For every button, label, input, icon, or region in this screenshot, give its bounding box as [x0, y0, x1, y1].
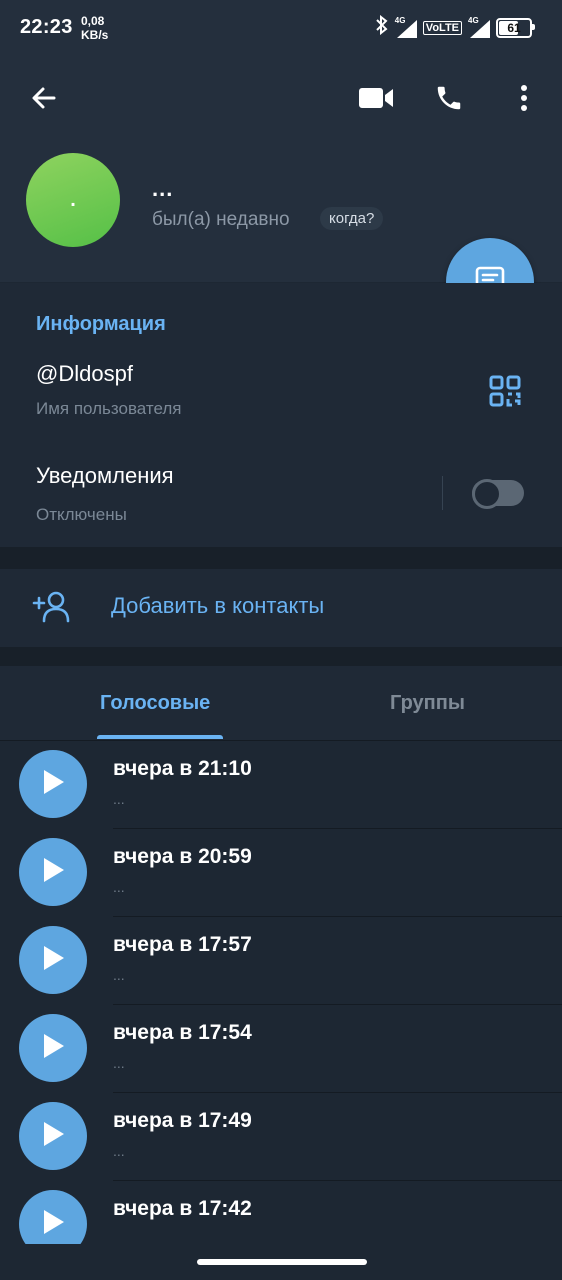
- home-gesture-bar[interactable]: [197, 1259, 367, 1265]
- voice-message-date: вчера в 20:59: [113, 845, 252, 868]
- play-icon: [40, 944, 66, 977]
- status-bar: 22:23 0,08 KB/s 4G VoLTE 4G 61: [0, 0, 562, 58]
- add-to-contacts-button[interactable]: Добавить в контакты: [0, 569, 562, 647]
- info-section-title: Информация: [36, 313, 166, 335]
- back-button[interactable]: [22, 78, 66, 122]
- voice-message-date: вчера в 17:42: [113, 1197, 252, 1220]
- voice-message-caption: ...: [113, 967, 125, 983]
- section-divider: [0, 547, 562, 569]
- qr-code-button[interactable]: [488, 374, 522, 408]
- play-button[interactable]: [19, 1014, 87, 1082]
- video-call-icon: [358, 86, 394, 115]
- play-button[interactable]: [19, 1190, 87, 1244]
- when-chip[interactable]: когда?: [320, 207, 384, 230]
- play-button[interactable]: [19, 750, 87, 818]
- add-user-icon: [32, 587, 72, 627]
- voice-messages-list: вчера в 21:10 ... вчера в 20:59 ... вчер…: [0, 741, 562, 1244]
- media-tabs: Голосовые Группы: [0, 666, 562, 741]
- contact-name: ...: [152, 176, 174, 201]
- phone-icon: [434, 83, 464, 118]
- battery-icon: 61: [496, 17, 535, 38]
- list-item[interactable]: вчера в 20:59 ...: [0, 829, 562, 917]
- play-icon: [40, 1032, 66, 1065]
- voice-message-date: вчера в 17:54: [113, 1021, 252, 1044]
- last-seen-status: был(а) недавно: [152, 209, 290, 230]
- username-value[interactable]: @Dldospf: [36, 361, 133, 387]
- notifications-label[interactable]: Уведомления: [36, 463, 174, 489]
- tab-voice[interactable]: Голосовые: [100, 692, 210, 715]
- voice-message-date: вчера в 17:49: [113, 1109, 252, 1132]
- play-button[interactable]: [19, 1102, 87, 1170]
- list-item[interactable]: вчера в 17:57 ...: [0, 917, 562, 1005]
- play-icon: [40, 856, 66, 889]
- video-call-button[interactable]: [354, 78, 398, 122]
- more-options-button[interactable]: [502, 78, 546, 122]
- toggle-knob: [472, 479, 502, 509]
- voice-message-caption: ...: [113, 1143, 125, 1159]
- avatar[interactable]: .: [26, 153, 120, 247]
- add-to-contacts-label: Добавить в контакты: [111, 593, 325, 618]
- back-arrow-icon: [30, 84, 58, 117]
- tab-groups[interactable]: Группы: [390, 692, 465, 715]
- qr-code-icon: [488, 375, 522, 412]
- notifications-status: Отключены: [36, 505, 127, 524]
- section-divider-2: [0, 647, 562, 666]
- active-tab-indicator: [97, 735, 223, 739]
- list-item[interactable]: вчера в 17:49 ...: [0, 1093, 562, 1181]
- network-speed-unit: KB/s: [81, 28, 109, 42]
- network-speed: 0,08 KB/s: [81, 14, 108, 42]
- list-item[interactable]: вчера в 17:54 ...: [0, 1005, 562, 1093]
- voice-message-caption: ...: [113, 791, 125, 807]
- list-item[interactable]: вчера в 17:42: [0, 1181, 562, 1244]
- voice-message-caption: ...: [113, 879, 125, 895]
- voice-message-date: вчера в 17:57: [113, 933, 252, 956]
- voice-message-date: вчера в 21:10: [113, 757, 252, 780]
- play-button[interactable]: [19, 838, 87, 906]
- notifications-toggle[interactable]: [472, 479, 524, 509]
- voice-message-caption: ...: [113, 1055, 125, 1071]
- voice-call-button[interactable]: [427, 78, 471, 122]
- network-speed-value: 0,08: [81, 14, 105, 28]
- info-section: Информация @Dldospf Имя пользователя Уве…: [0, 283, 562, 547]
- divider: [442, 476, 443, 510]
- username-caption: Имя пользователя: [36, 399, 182, 418]
- play-button[interactable]: [19, 926, 87, 994]
- avatar-letter: .: [70, 188, 76, 211]
- battery-level: 61: [507, 20, 521, 35]
- signal-strength-icon-2: 4G: [468, 16, 490, 38]
- system-nav-bar: [0, 1244, 562, 1280]
- play-icon: [40, 1120, 66, 1153]
- signal-strength-icon: 4G: [395, 16, 417, 38]
- play-icon: [40, 768, 66, 801]
- status-icons: 4G VoLTE 4G 61: [375, 14, 535, 40]
- bluetooth-icon: [375, 14, 389, 40]
- more-vertical-icon: [520, 84, 528, 117]
- play-icon: [40, 1208, 66, 1241]
- volte-badge: VoLTE: [422, 20, 462, 35]
- list-item[interactable]: вчера в 21:10 ...: [0, 741, 562, 829]
- clock: 22:23: [20, 16, 73, 38]
